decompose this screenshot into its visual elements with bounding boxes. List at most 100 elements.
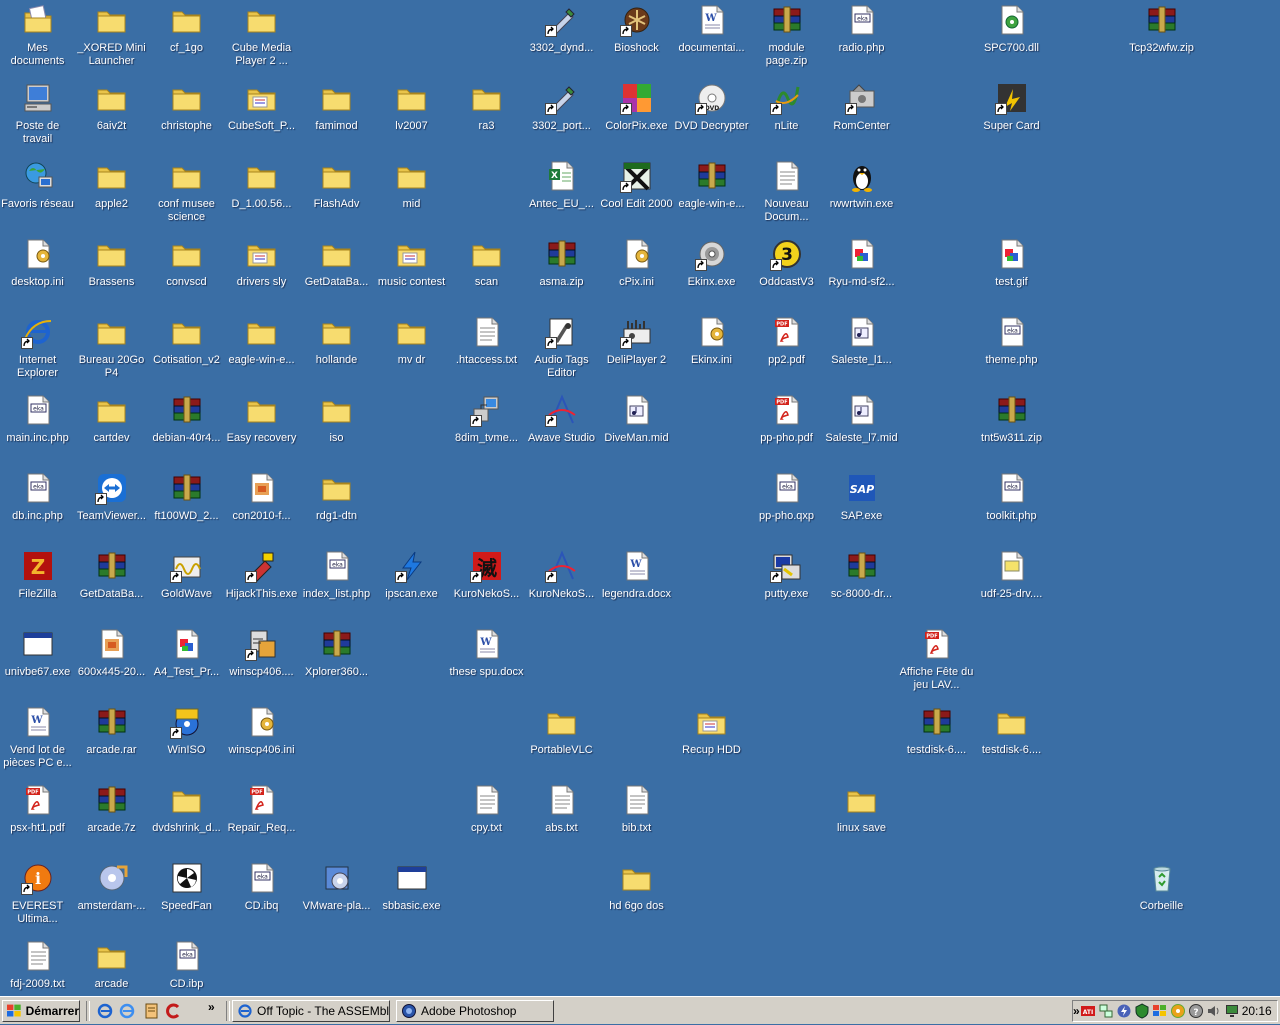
desktop-icon[interactable]: Ekinx.ini (674, 314, 749, 390)
desktop-icon[interactable]: DeliPlayer 2 (599, 314, 674, 390)
desktop-icon[interactable]: Mes documents (0, 2, 75, 78)
desktop-icon[interactable]: eka main.inc.php (0, 392, 75, 468)
desktop-icon[interactable]: Ryu-md-sf2... (824, 236, 899, 312)
desktop-icon[interactable]: GetDataBa... (74, 548, 149, 624)
desktop-icon[interactable]: bib.txt (599, 782, 674, 858)
desktop-icon[interactable]: Cotisation_v2 (149, 314, 224, 390)
desktop-icon[interactable]: Z FileZilla (0, 548, 75, 624)
desktop-icon[interactable]: sc-8000-dr... (824, 548, 899, 624)
desktop-icon[interactable]: Bureau 20Go P4 (74, 314, 149, 390)
desktop-icon[interactable]: .htaccess.txt (449, 314, 524, 390)
desktop-icon[interactable]: Ekinx.exe (674, 236, 749, 312)
desktop-icon[interactable]: Internet Explorer (0, 314, 75, 390)
desktop-icon[interactable]: Tcp32wfw.zip (1124, 2, 1199, 78)
desktop-icon[interactable]: putty.exe (749, 548, 824, 624)
desktop-icon[interactable]: univbe67.exe (0, 626, 75, 702)
desktop-icon[interactable]: tnt5w311.zip (974, 392, 1049, 468)
desktop-icon[interactable]: arcade.rar (74, 704, 149, 780)
desktop-icon[interactable]: conf musee science (149, 158, 224, 234)
desktop-icon[interactable]: A4_Test_Pr... (149, 626, 224, 702)
desktop-icon[interactable]: eka db.inc.php (0, 470, 75, 546)
desktop-icon[interactable]: Corbeille (1124, 860, 1199, 936)
desktop-icon[interactable]: 6aiv2t (74, 80, 149, 156)
desktop-icon[interactable]: ColorPix.exe (599, 80, 674, 156)
desktop-icon[interactable]: Favoris réseau (0, 158, 75, 234)
desktop-icon[interactable]: Super Card (974, 80, 1049, 156)
desktop-icon[interactable]: 3 OddcastV3 (749, 236, 824, 312)
desktop-icon[interactable]: SpeedFan (149, 860, 224, 936)
desktop-icon[interactable]: X Antec_EU_... (524, 158, 599, 234)
desktop-icon[interactable]: winscp406.ini (224, 704, 299, 780)
desktop-icon[interactable]: mv dr (374, 314, 449, 390)
desktop-icon[interactable]: eagle-win-e... (224, 314, 299, 390)
desktop-icon[interactable]: KuroNekoS... (524, 548, 599, 624)
desktop-icon[interactable]: hd 6go dos (599, 860, 674, 936)
desktop-icon[interactable]: Poste de travail (0, 80, 75, 156)
desktop-icon[interactable]: PDF Repair_Req... (224, 782, 299, 858)
desktop-icon[interactable]: D_1.00.56... (224, 158, 299, 234)
desktop-icon[interactable]: cPix.ini (599, 236, 674, 312)
taskbar-button[interactable]: Adobe Photoshop (396, 1000, 554, 1022)
desktop-icon[interactable]: ipscan.exe (374, 548, 449, 624)
desktop-icon[interactable]: cartdev (74, 392, 149, 468)
ccleaner-icon[interactable] (164, 1002, 182, 1020)
desktop-icon[interactable]: 3302_dynd... (524, 2, 599, 78)
desktop-icon[interactable]: 3302_port... (524, 80, 599, 156)
desktop-icon[interactable]: Wlegendra.docx (599, 548, 674, 624)
desktop-icon[interactable]: PDF Affiche Fête du jeu LAV... (899, 626, 974, 702)
desktop-icon[interactable]: _XORED Mini Launcher (74, 2, 149, 78)
start-button[interactable]: Démarrer (2, 1000, 80, 1022)
desktop-icon[interactable]: mid (374, 158, 449, 234)
desktop-icon[interactable]: ra3 (449, 80, 524, 156)
desktop-icon[interactable]: CubeSoft_P... (224, 80, 299, 156)
network-tray-icon[interactable] (1098, 1003, 1114, 1019)
desktop-icon[interactable]: SAP SAP.exe (824, 470, 899, 546)
desktop-icon[interactable]: famimod (299, 80, 374, 156)
desktop-icon[interactable]: WinISO (149, 704, 224, 780)
desktop-icon[interactable]: PDF pp2.pdf (749, 314, 824, 390)
desktop-icon[interactable]: GetDataBa... (299, 236, 374, 312)
desktop-icon[interactable]: scan (449, 236, 524, 312)
desktop-icon[interactable]: Saleste_l1... (824, 314, 899, 390)
desktop-icon[interactable]: test.gif (974, 236, 1049, 312)
quick-launch-more-icon[interactable]: » (208, 1000, 215, 1014)
desktop-icon[interactable]: FlashAdv (299, 158, 374, 234)
desktop-icon[interactable]: eagle-win-e... (674, 158, 749, 234)
desktop-icon[interactable]: Cube Media Player 2 ... (224, 2, 299, 78)
desktop-icon[interactable]: ft100WD_2... (149, 470, 224, 546)
desktop-icon[interactable]: udf-25-drv.... (974, 548, 1049, 624)
desktop-icon[interactable]: eka index_list.php (299, 548, 374, 624)
desktop-icon[interactable]: Awave Studio (524, 392, 599, 468)
desktop-icon[interactable]: Bioshock (599, 2, 674, 78)
desktop-icon[interactable]: Wdocumentai... (674, 2, 749, 78)
clock[interactable]: 20:16 (1242, 1004, 1272, 1018)
desktop-icon[interactable]: drivers sly (224, 236, 299, 312)
desktop-icon[interactable]: Audio Tags Editor (524, 314, 599, 390)
desktop-icon[interactable]: 滅 KuroNekoS... (449, 548, 524, 624)
desktop-icon[interactable]: PDF pp-pho.pdf (749, 392, 824, 468)
desktop-icon[interactable]: apple2 (74, 158, 149, 234)
desktop-icon[interactable]: W Vend lot de pièces PC e... (0, 704, 75, 780)
taskbar-button[interactable]: Off Topic - The ASSEMbl... (232, 1000, 390, 1022)
windows-flag-icon[interactable] (1152, 1003, 1168, 1019)
monitor-icon[interactable] (1224, 1003, 1240, 1019)
desktop-icon[interactable]: con2010-f... (224, 470, 299, 546)
desktop-icon[interactable]: testdisk-6.... (974, 704, 1049, 780)
desktop-icon[interactable]: hollande (299, 314, 374, 390)
desktop-icon[interactable]: sbbasic.exe (374, 860, 449, 936)
desktop-icon[interactable]: Recup HDD (674, 704, 749, 780)
desktop-icon[interactable]: christophe (149, 80, 224, 156)
ie-alt-icon[interactable] (118, 1002, 136, 1020)
desktop-icon[interactable]: Nouveau Docum... (749, 158, 824, 234)
desktop-icon[interactable]: Cool Edit 2000 (599, 158, 674, 234)
volume-icon[interactable] (1206, 1003, 1222, 1019)
desktop-icon[interactable]: winscp406.... (224, 626, 299, 702)
desktop-icon[interactable]: nLite (749, 80, 824, 156)
desktop-icon[interactable]: HijackThis.exe (224, 548, 299, 624)
desktop-icon[interactable]: DVD DVD Decrypter (674, 80, 749, 156)
desktop-icon[interactable]: cf_1go (149, 2, 224, 78)
desktop-icon[interactable]: eka theme.php (974, 314, 1049, 390)
help-icon[interactable]: ? (1188, 1003, 1204, 1019)
desktop-icon[interactable]: SPC700.dll (974, 2, 1049, 78)
security-icon[interactable] (1134, 1003, 1150, 1019)
